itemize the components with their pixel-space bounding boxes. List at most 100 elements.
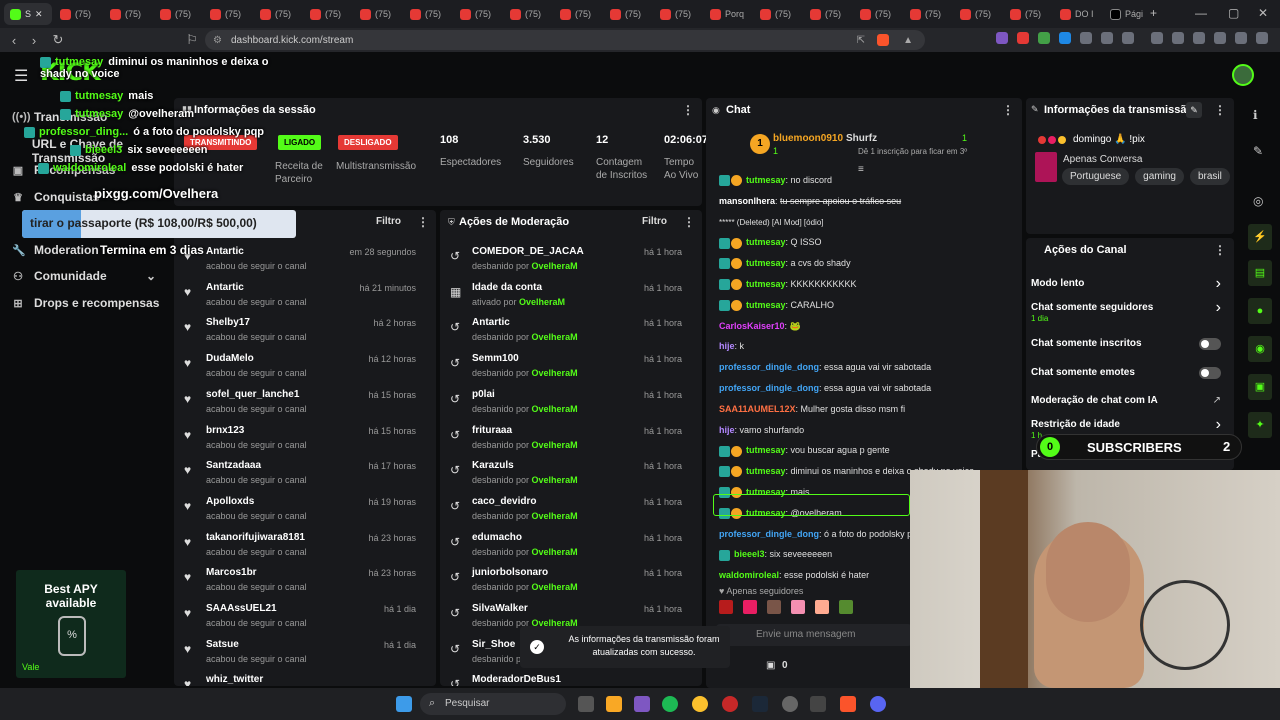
more-options-icon[interactable]: ⋮ <box>1214 103 1226 117</box>
second-gifter-name[interactable]: Shurfz <box>846 133 877 144</box>
avatar[interactable] <box>1232 64 1254 86</box>
windows-start-icon[interactable] <box>396 696 412 712</box>
activity-user[interactable]: brnx123 <box>206 425 244 436</box>
browser-tab[interactable]: (75) <box>954 3 1002 25</box>
brave-shield-icon[interactable] <box>877 34 889 46</box>
sidebar-item-comunidade[interactable]: ⚇ Comunidade ⌄ <box>12 269 156 283</box>
browser-tab[interactable]: (75) <box>104 3 152 25</box>
mod-action-moderator[interactable]: OvelheraM <box>532 511 578 521</box>
browser-tab[interactable]: (75) <box>54 3 102 25</box>
browser-tab[interactable]: (75) <box>854 3 902 25</box>
chat-username[interactable]: tutmesay <box>746 279 786 289</box>
activity-user[interactable]: SAAAssUEL21 <box>206 603 277 614</box>
emote-icon[interactable] <box>719 600 733 614</box>
mod-action-moderator[interactable]: OvelheraM <box>532 332 578 342</box>
record-icon[interactable]: ◎ <box>1253 194 1263 208</box>
mod-action-moderator[interactable]: OvelheraM <box>532 404 578 414</box>
activity-user[interactable]: takanorifujiwara8181 <box>206 532 305 543</box>
brave-icon[interactable] <box>840 696 856 712</box>
hamburger-icon[interactable]: ☰ <box>14 66 28 86</box>
activity-user[interactable]: whiz_twitter <box>206 674 263 685</box>
chat-username[interactable]: waldomiroleal <box>719 570 779 580</box>
media-icon[interactable] <box>1151 32 1163 44</box>
emote-icon[interactable] <box>743 600 757 614</box>
sidebar-item-conquistas[interactable]: ♛ Conquistas <box>12 190 99 204</box>
chat-username[interactable]: CarlosKaiser10 <box>719 321 785 331</box>
chat-username[interactable]: mansonlhera <box>719 196 775 206</box>
chat-username[interactable]: professor_dingle_dong <box>719 529 819 539</box>
channel-action-item[interactable]: Modo lento › <box>1031 275 1227 300</box>
info-icon[interactable]: ℹ <box>1253 108 1258 122</box>
pen-icon[interactable]: ✎ <box>1253 144 1263 158</box>
share-icon[interactable]: ⇱ <box>857 35 865 46</box>
wrench-icon[interactable]: ✦ <box>1248 412 1272 438</box>
more-options-icon[interactable]: ⋮ <box>1002 103 1014 117</box>
opera-icon[interactable] <box>722 696 738 712</box>
sidebar-item-moderation[interactable]: 🔧 Moderation <box>12 243 99 257</box>
channel-action-item[interactable]: Chat somente inscritos <box>1031 338 1227 360</box>
mod-action-target[interactable]: frituraaa <box>472 425 512 436</box>
spotify-icon[interactable] <box>662 696 678 712</box>
chat-username[interactable]: tutmesay <box>746 445 786 455</box>
mod-action-target[interactable]: COMEDOR_DE_JACAA <box>472 246 584 257</box>
browser-tab[interactable]: (75) <box>404 3 452 25</box>
gift-cta[interactable]: Dê 1 inscrição para ficar em 3º <box>858 147 967 156</box>
browser-tab[interactable]: Porq <box>704 3 752 25</box>
channel-action-item[interactable]: Moderação de chat com IA ↗ <box>1031 395 1227 417</box>
browser-tab[interactable]: (75) <box>754 3 802 25</box>
chat-username[interactable]: bieeel3 <box>734 549 765 559</box>
browser-tab[interactable]: (75) <box>904 3 952 25</box>
extension-icon[interactable] <box>1059 32 1071 44</box>
browser-tab[interactable]: (75) <box>304 3 352 25</box>
vpn-icon[interactable] <box>1235 32 1247 44</box>
chevron-right-icon[interactable]: › <box>1216 299 1221 317</box>
mod-action-target[interactable]: juniorbolsonaro <box>472 567 548 578</box>
mod-action-target[interactable]: Sir_Shoe <box>472 639 515 650</box>
mod-action-target[interactable]: Antartic <box>472 317 510 328</box>
chat-username[interactable]: tutmesay <box>746 258 786 268</box>
close-window-button[interactable]: ✕ <box>1258 6 1268 20</box>
emote-icon[interactable] <box>815 600 829 614</box>
mod-action-moderator[interactable]: OvelheraM <box>532 261 578 271</box>
close-tab-icon[interactable]: ✕ <box>35 9 43 20</box>
chrome-icon[interactable] <box>692 696 708 712</box>
chat-username[interactable]: tutmesay <box>746 300 786 310</box>
activity-user[interactable]: Satsue <box>206 639 239 650</box>
more-options-icon[interactable]: ⋮ <box>682 103 694 117</box>
layout-icon[interactable]: ▣ <box>1248 374 1272 400</box>
mod-action-moderator[interactable]: OvelheraM <box>532 440 578 450</box>
activity-user[interactable]: Shelby17 <box>206 317 250 328</box>
mod-action-target[interactable]: ModeradorDeBus1 <box>472 674 561 685</box>
points-icon[interactable]: ▣ <box>766 660 775 671</box>
browser-tab[interactable]: (75) <box>254 3 302 25</box>
chat-username[interactable]: hije <box>719 425 735 435</box>
mod-action-target[interactable]: Idade da conta <box>472 282 542 293</box>
ai-icon[interactable] <box>1214 32 1226 44</box>
browser-tab[interactable]: (75) <box>1004 3 1052 25</box>
chat-username[interactable]: professor_dingle_dong <box>719 383 819 393</box>
url-field[interactable]: ⚙ dashboard.kick.com/stream ⇱ ▲ <box>205 30 925 50</box>
chat-username[interactable]: SAA11AUMEL12X <box>719 404 796 414</box>
browser-tab[interactable]: (75) <box>604 3 652 25</box>
external-link-icon[interactable]: ↗ <box>1213 395 1221 406</box>
chat-input[interactable]: Envie uma mensagem <box>716 624 912 646</box>
apy-ad[interactable]: Best APY available % Vale <box>16 570 126 678</box>
browser-tab[interactable]: (75) <box>804 3 852 25</box>
browser-tab[interactable]: (75) <box>654 3 702 25</box>
bolt-icon[interactable]: ⚡ <box>1248 224 1272 250</box>
mod-action-moderator[interactable]: OvelheraM <box>532 475 578 485</box>
extension-icon[interactable] <box>1080 32 1092 44</box>
top-gifter-name[interactable]: bluemoon0910 <box>773 133 843 144</box>
chevron-right-icon[interactable]: › <box>1216 275 1221 293</box>
mod-action-target[interactable]: caco_devidro <box>472 496 536 507</box>
back-icon[interactable]: ‹ <box>4 33 24 48</box>
task-view-icon[interactable] <box>578 696 594 712</box>
mod-action-target[interactable]: Karazuls <box>472 460 514 471</box>
browser-tab[interactable]: (75) <box>504 3 552 25</box>
more-options-icon[interactable]: ⋮ <box>683 215 695 229</box>
activity-filter-button[interactable]: Filtro <box>376 216 401 227</box>
expand-icon[interactable]: ≡ <box>858 164 864 175</box>
document-icon[interactable]: ▤ <box>1248 260 1272 286</box>
mod-action-target[interactable]: Semm100 <box>472 353 519 364</box>
steam-icon[interactable] <box>752 696 768 712</box>
